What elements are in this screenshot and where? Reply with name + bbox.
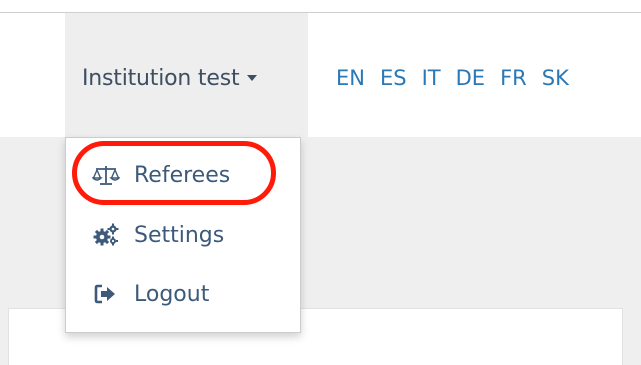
caret-down-icon [247,75,258,81]
language-link-it[interactable]: IT [422,66,441,90]
language-switcher: EN ES IT DE FR SK [336,62,569,94]
page: Institution test EN ES IT DE FR SK Refer… [0,0,641,365]
language-link-es[interactable]: ES [380,66,407,90]
user-dropdown-menu: Referees Settings Logout [65,137,301,333]
language-link-fr[interactable]: FR [500,66,527,90]
gears-icon [92,223,120,247]
language-link-en[interactable]: EN [336,66,365,90]
balance-scale-icon [92,164,120,186]
menu-item-logout[interactable]: Logout [92,276,209,312]
language-link-sk[interactable]: SK [542,66,569,90]
language-link-de[interactable]: DE [456,66,485,90]
sign-out-icon [92,284,120,304]
menu-item-referees[interactable]: Referees [92,157,230,193]
user-menu-label: Institution test [82,65,240,91]
menu-item-label: Referees [134,162,231,188]
menu-item-label: Logout [134,281,210,307]
user-menu-toggle[interactable]: Institution test [82,62,258,94]
menu-item-settings[interactable]: Settings [92,217,224,253]
menu-item-label: Settings [134,222,225,248]
